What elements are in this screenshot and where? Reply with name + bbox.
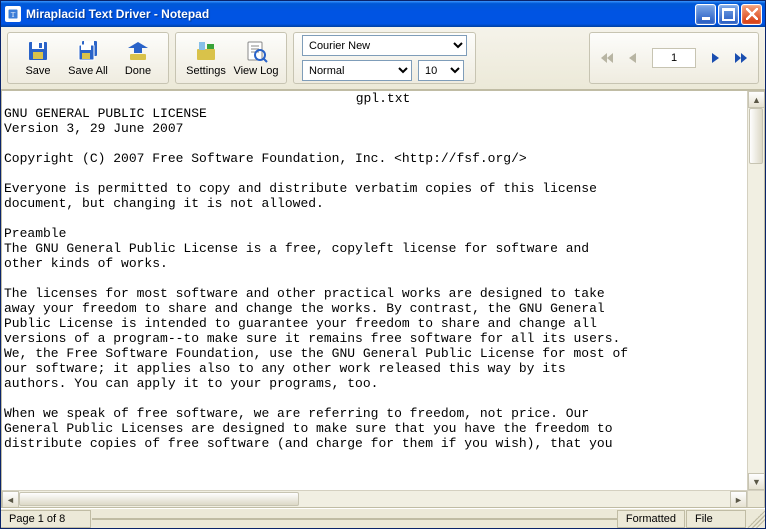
done-icon (125, 39, 151, 63)
status-formatted: Formatted (617, 510, 685, 528)
minimize-button[interactable] (695, 4, 716, 25)
settings-icon (193, 39, 219, 63)
done-label: Done (125, 65, 151, 77)
view-log-icon (243, 39, 269, 63)
font-weight-select[interactable]: Normal (302, 60, 412, 81)
scroll-right-button[interactable]: ► (730, 491, 747, 508)
window-title: Miraplacid Text Driver - Notepad (26, 7, 695, 21)
save-all-button[interactable]: Save All (63, 35, 113, 82)
status-file: File (686, 510, 746, 528)
settings-button[interactable]: Settings (181, 35, 231, 82)
first-page-button[interactable] (596, 40, 618, 76)
next-page-button[interactable] (704, 40, 726, 76)
scroll-left-button[interactable]: ◄ (2, 491, 19, 508)
font-panel: Courier New Normal 10 (293, 32, 476, 84)
scroll-down-button[interactable]: ▼ (748, 473, 765, 490)
font-family-select[interactable]: Courier New (302, 35, 467, 56)
hscroll-thumb[interactable] (19, 492, 299, 506)
save-all-label: Save All (68, 65, 108, 77)
resize-grip[interactable] (747, 510, 765, 528)
horizontal-scrollbar[interactable]: ◄ ► (2, 490, 747, 507)
action-toolbar-panel: Save Save All Done (7, 32, 169, 84)
window-controls (695, 4, 762, 25)
document-body: GNU GENERAL PUBLIC LICENSE Version 3, 29… (4, 106, 628, 451)
text-viewer[interactable]: gpl.txtGNU GENERAL PUBLIC LICENSE Versio… (2, 91, 764, 507)
document-filename-line: gpl.txt (4, 91, 762, 106)
toolbar: Save Save All Done Settings View Log (1, 27, 765, 90)
app-icon: T (5, 6, 21, 22)
floppy-multi-icon (75, 39, 101, 63)
prev-page-button[interactable] (622, 40, 644, 76)
save-button[interactable]: Save (13, 35, 63, 82)
hscroll-track[interactable] (19, 491, 730, 507)
svg-text:T: T (11, 10, 16, 19)
last-page-button[interactable] (730, 40, 752, 76)
settings-toolbar-panel: Settings View Log (175, 32, 287, 84)
content-area: gpl.txtGNU GENERAL PUBLIC LICENSE Versio… (1, 90, 765, 508)
view-log-label: View Log (233, 65, 278, 77)
status-spacer (92, 518, 617, 520)
view-log-button[interactable]: View Log (231, 35, 281, 82)
pager-panel (589, 32, 759, 84)
vscroll-thumb[interactable] (749, 108, 763, 164)
scroll-corner (747, 490, 764, 507)
settings-label: Settings (186, 65, 226, 77)
floppy-icon (25, 39, 51, 63)
page-number-input[interactable] (652, 48, 696, 68)
font-size-select[interactable]: 10 (418, 60, 464, 81)
close-button[interactable] (741, 4, 762, 25)
vscroll-track[interactable] (748, 108, 764, 473)
maximize-button[interactable] (718, 4, 739, 25)
status-bar: Page 1 of 8 Formatted File (1, 508, 765, 528)
save-label: Save (25, 65, 50, 77)
title-bar: T Miraplacid Text Driver - Notepad (1, 1, 765, 27)
vertical-scrollbar[interactable]: ▲ ▼ (747, 91, 764, 490)
scroll-up-button[interactable]: ▲ (748, 91, 765, 108)
done-button[interactable]: Done (113, 35, 163, 82)
status-page: Page 1 of 8 (1, 510, 91, 528)
